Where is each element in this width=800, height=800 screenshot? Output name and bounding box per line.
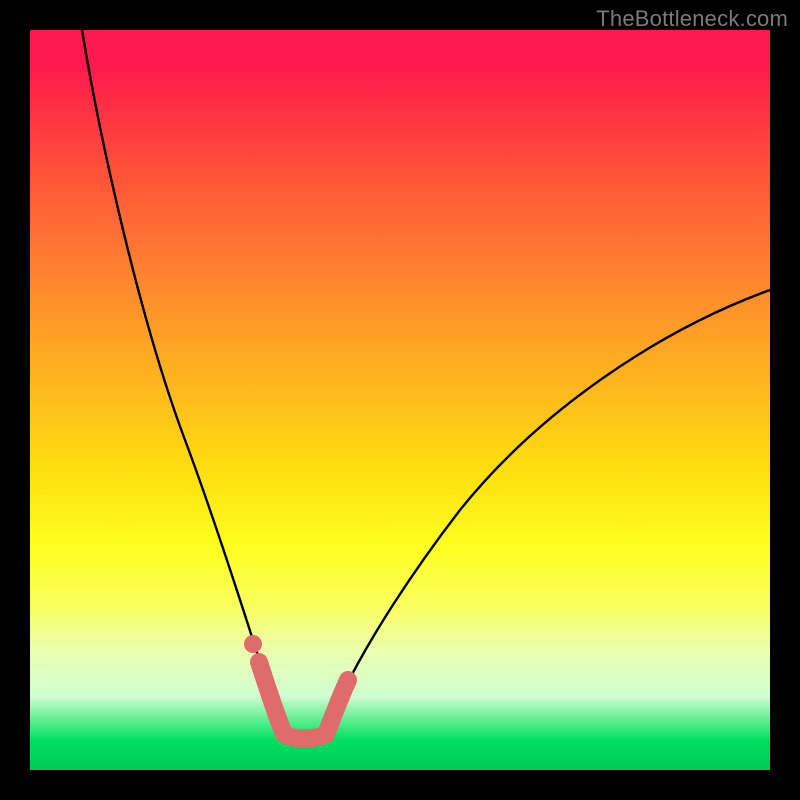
gradient-plot-area (30, 30, 770, 770)
watermark-text: TheBottleneck.com (596, 6, 788, 32)
